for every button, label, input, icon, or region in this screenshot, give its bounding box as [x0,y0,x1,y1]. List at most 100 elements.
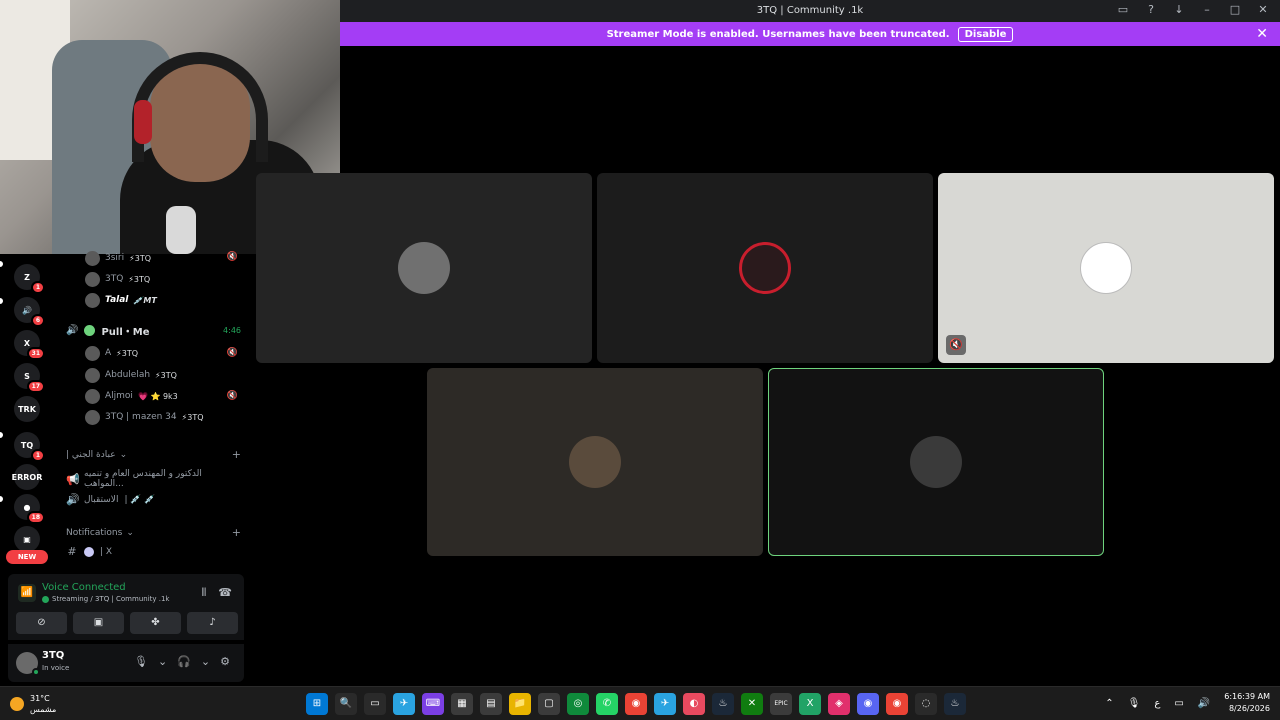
disconnect-icon[interactable]: ☎ [218,586,232,600]
taskbar-app-icon[interactable]: ◉ [625,693,647,715]
maximize-button[interactable]: □ [1228,3,1242,17]
taskbar-app-icon[interactable]: ⊞ [306,693,328,715]
chevron-up-icon[interactable]: ⌃ [1105,698,1113,709]
server-icon[interactable]: ● 18 [14,494,45,524]
channel-item[interactable]: 🔊 الاستقبال | 💉 💉 [66,493,241,506]
settings-icon[interactable]: ⚙ [220,655,230,668]
taskbar-app-icon[interactable]: ✆ [596,693,618,715]
streaming-info: Streaming / 3TQ | Community .1k [42,595,169,603]
channel-item[interactable]: # | X [66,545,241,558]
participant-tile[interactable] [427,368,763,556]
server-icon[interactable]: ERROR [12,464,42,490]
taskbar-app-icon[interactable]: ▦ [451,693,473,715]
user-status: In voice [42,664,70,672]
chevron-down-icon[interactable]: ⌄ [201,655,210,668]
help-icon[interactable]: ? [1144,3,1158,17]
taskbar-app-icon[interactable]: X [799,693,821,715]
taskbar-app-icon[interactable]: ♨ [712,693,734,715]
taskbar-app-icon[interactable]: 🔍 [335,693,357,715]
voice-user[interactable]: Talal 💉MT [85,292,157,308]
participant-tile[interactable]: 🔇 [938,173,1274,363]
voice-connected-panel: 📶 Voice Connected Streaming / 3TQ | Comm… [8,574,244,640]
server-icon[interactable]: TRK [14,396,40,422]
category-header[interactable]: | عبادة الجني ⌄ + [66,448,241,461]
category-header[interactable]: Notifications ⌄ + [66,526,241,539]
voice-user[interactable]: 3TQ ⚡3TQ [85,271,150,287]
headphones-icon[interactable]: 🎧 [177,655,191,668]
participant-tile[interactable] [597,173,933,363]
taskbar-app-icon[interactable]: ◐ [683,693,705,715]
microphone-icon[interactable]: 🎙 [134,655,148,668]
taskbar-app-icon[interactable]: EPIC [770,693,792,715]
close-banner-icon[interactable]: ✕ [1256,26,1268,42]
new-badge[interactable]: NEW [6,550,48,564]
noise-suppression-icon[interactable]: ⦀ [201,586,206,600]
server-icon[interactable]: X 31 [14,330,45,360]
volume-icon[interactable]: 🔊 [1198,698,1210,709]
taskbar-app-icon[interactable]: ◌ [915,693,937,715]
muted-icon: 🔇 [946,335,966,355]
close-window-button[interactable]: ✕ [1256,3,1270,17]
participant-avatar [739,242,791,294]
deafened-icon: 🔇 [226,391,238,401]
participant-tile-speaking[interactable] [768,368,1104,556]
voice-user[interactable]: 3TQ | mazen 34 ⚡3TQ [85,409,204,425]
taskbar-app-icon[interactable]: ◉ [857,693,879,715]
signal-icon[interactable]: 📶 [18,584,36,602]
channel-sidebar: 3siri ⚡3TQ 🔇 3TQ ⚡3TQ Talal 💉MT 🔊 Pull・Me 4… [52,250,250,574]
screen-share-button[interactable]: ▣ [73,612,124,634]
taskbar-app-icon[interactable]: ✈ [393,693,415,715]
server-icon[interactable]: TQ 1 [14,432,45,462]
channel-item[interactable]: 📢 الدكتور و المهندس العام و تنميه المواه… [66,469,241,489]
taskbar-app-icon[interactable]: ⌨ [422,693,444,715]
taskbar-app-icon[interactable]: ♨ [944,693,966,715]
taskbar-app-icon[interactable]: ◉ [886,693,908,715]
discord-app: 3TQ | Community .1k ▭ ? ↓ – □ ✕ Streamer… [0,0,1280,720]
sun-icon [10,697,24,711]
speaker-icon: 🔊 [66,325,79,336]
avatar[interactable] [16,652,40,676]
language-indicator[interactable]: ع [1154,698,1160,709]
clock[interactable]: 6:16:39 AM 8/26/2026 [1224,691,1270,715]
voice-channel[interactable]: 🔊 Pull・Me 4:46 [66,323,241,338]
status-indicator [32,668,40,676]
add-channel-icon[interactable]: + [232,448,241,461]
avatar [85,367,100,383]
activities-button[interactable]: ✤ [130,612,181,634]
disable-streamer-button[interactable]: Disable [957,26,1014,42]
username: 3TQ [42,650,65,661]
camera-off-button[interactable]: ⊘ [16,612,67,634]
voice-user[interactable]: 3siri ⚡3TQ [85,250,151,266]
microphone-icon[interactable]: 🎙 [1128,698,1141,709]
server-icon[interactable]: 🔊 6 [14,297,45,327]
add-channel-icon[interactable]: + [232,526,241,539]
taskbar-app-icon[interactable]: ✈ [654,693,676,715]
network-icon[interactable]: ▭ [1174,698,1183,709]
participant-tile[interactable] [256,173,592,363]
voice-user[interactable]: Abdulelah ⚡3TQ [85,367,177,383]
server-icon[interactable]: S 17 [14,363,45,393]
windows-taskbar: 31°C مشمس ⊞ 🔍 ▭ ✈ ⌨ ▦ ▤ 📁 ▢ ◎ ✆ ◉ ✈ ◐ ♨ ✕ EPIC X ◈ ◉ ◉ ◌ ♨ ⌃ 🎙 … [0,686,1280,720]
inbox-icon[interactable]: ▭ [1116,3,1130,17]
server-icon[interactable]: ▣ [14,526,40,552]
taskbar-app-icon[interactable]: 📁 [509,693,531,715]
streamer-mode-banner: Streamer Mode is enabled. Usernames have… [340,22,1280,46]
chevron-down-icon[interactable]: ⌄ [158,655,167,668]
weather-widget[interactable]: 31°C مشمس [10,693,56,715]
participant-avatar [910,436,962,488]
voice-user[interactable]: A ⚡3TQ [85,345,138,361]
taskbar-app-icon[interactable]: ▭ [364,693,386,715]
voice-connected-label[interactable]: Voice Connected [42,582,126,593]
download-icon[interactable]: ↓ [1172,3,1186,17]
taskbar-app-icon[interactable]: ◈ [828,693,850,715]
taskbar-app-icon[interactable]: ▤ [480,693,502,715]
taskbar-app-icon[interactable]: ◎ [567,693,589,715]
deafened-icon: 🔇 [226,348,238,358]
taskbar-app-icon[interactable]: ▢ [538,693,560,715]
server-icon[interactable]: Z1 [14,264,45,294]
voice-user[interactable]: Aljmoi 💗 ⭐ 9k3 [85,388,178,404]
soundboard-button[interactable]: ♪ [187,612,238,634]
minimize-button[interactable]: – [1200,3,1214,17]
taskbar-app-icon[interactable]: ✕ [741,693,763,715]
participant-avatar [398,242,450,294]
